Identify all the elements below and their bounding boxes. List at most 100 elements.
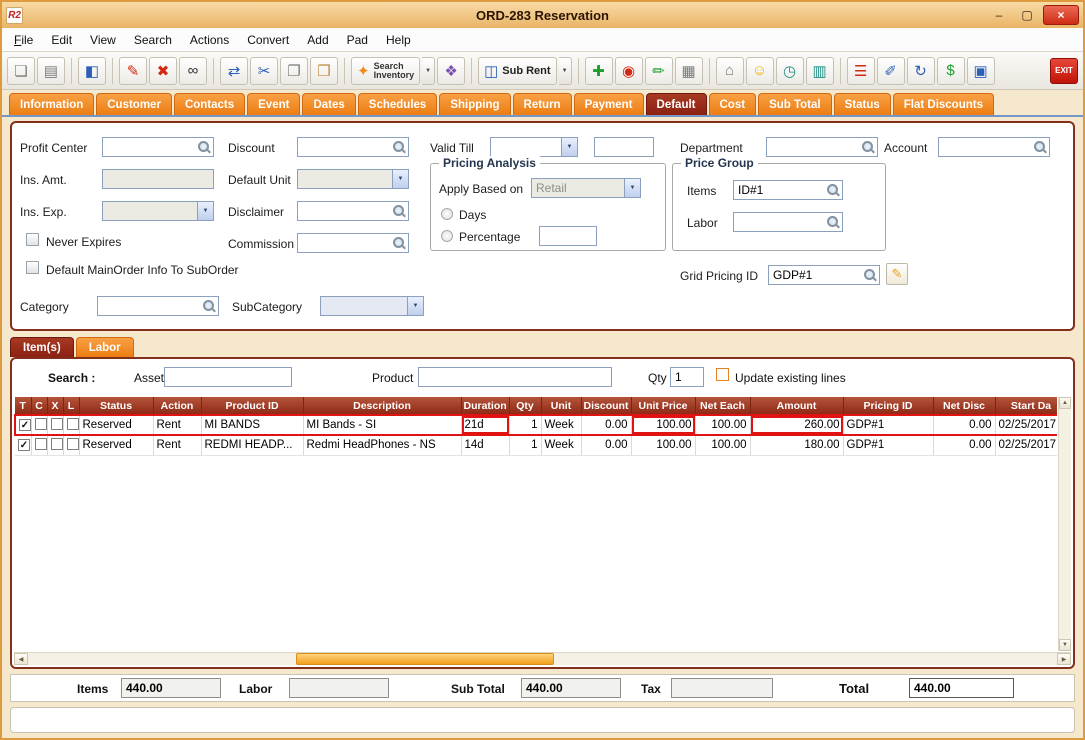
subcategory-combo[interactable]: ▼ [320, 296, 424, 316]
update-existing-lines-checkbox[interactable] [716, 368, 729, 381]
cell-unit-price[interactable]: 100.00 [631, 435, 695, 455]
col-header-net-disc[interactable]: Net Disc [933, 397, 995, 415]
cell-start-date[interactable]: 02/25/2017 0 [995, 435, 1057, 455]
tab-cost[interactable]: Cost [709, 93, 757, 115]
lookup-icon[interactable] [826, 215, 840, 229]
lookup-icon[interactable] [392, 236, 406, 250]
scroll-down-icon[interactable]: ▼ [1059, 639, 1071, 651]
tab-return[interactable]: Return [513, 93, 572, 115]
menu-pad[interactable]: Pad [347, 33, 368, 47]
cell-unit[interactable]: Week [541, 415, 581, 435]
tab-sub-total[interactable]: Sub Total [758, 93, 832, 115]
menu-file[interactable]: File [14, 33, 33, 47]
building-button[interactable]: ⌂ [716, 57, 744, 85]
cell-discount[interactable]: 0.00 [581, 415, 631, 435]
cell-pricing-id[interactable]: GDP#1 [843, 435, 933, 455]
cell-product-id[interactable]: REDMI HEADP... [201, 435, 303, 455]
col-header-x[interactable]: X [47, 397, 63, 415]
sub-rent-button[interactable]: ◫ Sub Rent [478, 57, 556, 85]
cell-action[interactable]: Rent [153, 415, 201, 435]
menu-convert[interactable]: Convert [247, 33, 289, 47]
menu-edit[interactable]: Edit [51, 33, 72, 47]
find-button[interactable]: ∞ [179, 57, 207, 85]
tab-schedules[interactable]: Schedules [358, 93, 438, 115]
menu-add[interactable]: Add [307, 33, 328, 47]
tab-contacts[interactable]: Contacts [174, 93, 245, 115]
paste-button[interactable]: ❒ [310, 57, 338, 85]
table-row[interactable]: ✓ Reserved Rent MI BANDS MI Bands - SI 2… [15, 415, 1057, 435]
tab-payment[interactable]: Payment [574, 93, 644, 115]
vertical-scrollbar[interactable]: ▲ ▼ [1058, 397, 1071, 651]
lookup-icon[interactable] [1033, 140, 1047, 154]
col-header-amount[interactable]: Amount [750, 397, 843, 415]
cell-start-date[interactable]: 02/25/2017 0 [995, 415, 1057, 435]
cell-description[interactable]: MI Bands - SI [303, 415, 461, 435]
add-line-button[interactable]: ✚ [585, 57, 613, 85]
col-header-unit[interactable]: Unit [541, 397, 581, 415]
row-checkbox-c[interactable] [35, 438, 47, 450]
col-header-l[interactable]: L [63, 397, 79, 415]
col-header-duration[interactable]: Duration [461, 397, 509, 415]
scroll-left-icon[interactable]: ◀ [14, 653, 28, 665]
menu-search[interactable]: Search [134, 33, 172, 47]
valid-till-combo[interactable]: ▼ [490, 137, 578, 157]
cell-qty[interactable]: 1 [509, 415, 541, 435]
tab-status[interactable]: Status [834, 93, 891, 115]
close-button[interactable]: × [1043, 5, 1079, 25]
tab-shipping[interactable]: Shipping [439, 93, 510, 115]
product-search-input[interactable] [418, 367, 612, 387]
cell-duration[interactable]: 21d [461, 415, 509, 435]
clock-button[interactable]: ◷ [776, 57, 804, 85]
cell-status[interactable]: Reserved [79, 435, 153, 455]
cell-net-disc[interactable]: 0.00 [933, 435, 995, 455]
asset-search-input[interactable] [164, 367, 292, 387]
col-header-qty[interactable]: Qty [509, 397, 541, 415]
search-inventory-dropdown[interactable]: ▼ [422, 57, 435, 85]
currency-refresh-button[interactable]: ↻ [907, 57, 935, 85]
col-header-start-date[interactable]: Start Da [995, 397, 1057, 415]
new-button[interactable]: ❏ [7, 57, 35, 85]
row-checkbox-x[interactable] [51, 418, 63, 430]
convert-button[interactable]: ⇄ [220, 57, 248, 85]
cell-description[interactable]: Redmi HeadPhones - NS [303, 435, 461, 455]
lookup-icon[interactable] [392, 140, 406, 154]
edit-button[interactable]: ✎ [119, 57, 147, 85]
col-header-t[interactable]: T [15, 397, 31, 415]
row-checkbox-l[interactable] [67, 418, 79, 430]
scroll-right-icon[interactable]: ▶ [1057, 653, 1071, 665]
money-button[interactable]: $ [937, 57, 965, 85]
tab-customer[interactable]: Customer [96, 93, 172, 115]
chevron-down-icon[interactable]: ▼ [561, 138, 577, 156]
sub-rent-dropdown[interactable]: ▼ [559, 57, 572, 85]
tab-labor[interactable]: Labor [76, 337, 134, 357]
tab-items[interactable]: Item(s) [10, 337, 74, 357]
col-header-c[interactable]: C [31, 397, 47, 415]
scrollbar-thumb[interactable] [296, 653, 554, 665]
col-header-product-id[interactable]: Product ID [201, 397, 303, 415]
horizontal-scrollbar[interactable]: ◀ ▶ [14, 652, 1071, 665]
grid-button[interactable]: ▦ [675, 57, 703, 85]
menu-view[interactable]: View [90, 33, 116, 47]
search-inventory-button[interactable]: ✦ SearchInventory [351, 57, 420, 85]
grid-pricing-edit-button[interactable]: ✎ [886, 263, 908, 285]
category-input[interactable] [98, 297, 218, 315]
cell-net-disc[interactable]: 0.00 [933, 415, 995, 435]
cell-duration[interactable]: 14d [461, 435, 509, 455]
cell-action[interactable]: Rent [153, 435, 201, 455]
notes-button[interactable]: ✐ [877, 57, 905, 85]
chevron-down-icon[interactable]: ▼ [407, 297, 423, 315]
cart-button[interactable]: ▣ [967, 57, 995, 85]
col-header-unit-price[interactable]: Unit Price [631, 397, 695, 415]
cell-unit[interactable]: Week [541, 435, 581, 455]
col-header-description[interactable]: Description [303, 397, 461, 415]
books-button[interactable]: ☰ [847, 57, 875, 85]
delete-button[interactable]: ✖ [149, 57, 177, 85]
default-mainorder-checkbox[interactable] [26, 261, 39, 274]
tab-event[interactable]: Event [247, 93, 300, 115]
minimize-button[interactable]: – [987, 6, 1011, 24]
tab-information[interactable]: Information [9, 93, 94, 115]
cell-amount[interactable]: 180.00 [750, 435, 843, 455]
lookup-icon[interactable] [826, 183, 840, 197]
tab-default[interactable]: Default [646, 93, 707, 115]
never-expires-checkbox[interactable] [26, 233, 39, 246]
